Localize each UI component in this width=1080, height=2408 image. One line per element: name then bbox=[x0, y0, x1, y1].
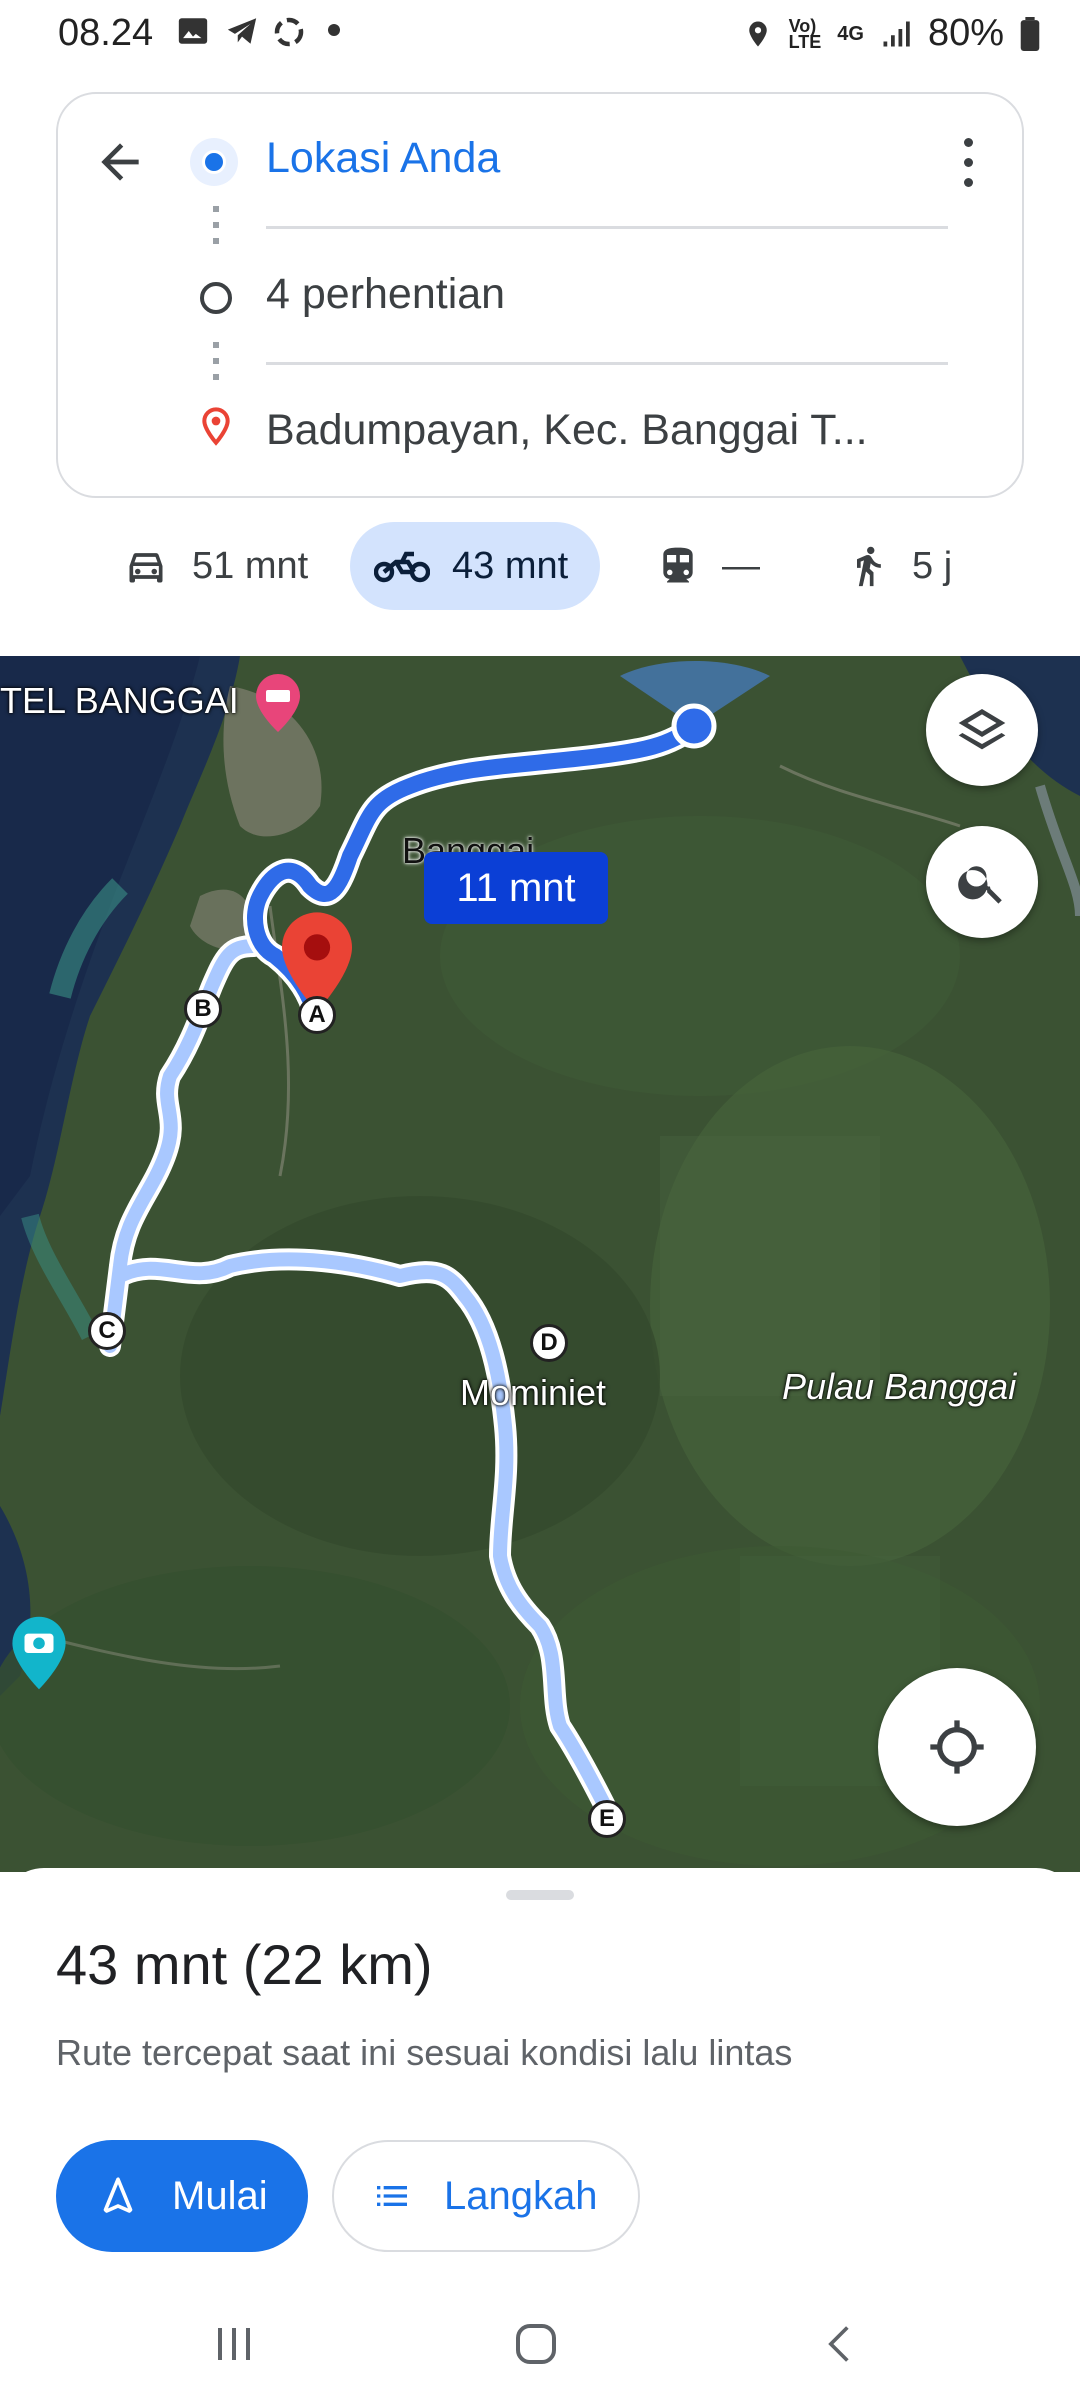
back-chevron-icon bbox=[828, 2326, 849, 2362]
destination-field[interactable]: Badumpayan, Kec. Banggai T... bbox=[266, 406, 886, 455]
start-button[interactable]: Mulai bbox=[56, 2140, 308, 2252]
location-icon bbox=[748, 21, 767, 46]
route-connector bbox=[213, 206, 219, 246]
mode-transit[interactable]: — bbox=[656, 522, 766, 610]
system-nav-bar bbox=[0, 2290, 1080, 2408]
signal-icon bbox=[883, 21, 910, 46]
stop-marker-c[interactable]: C bbox=[88, 1312, 126, 1350]
navigation-arrow-icon bbox=[103, 2177, 133, 2213]
drag-handle[interactable] bbox=[506, 1890, 574, 1900]
recent-apps-button[interactable] bbox=[210, 2320, 258, 2373]
mode-motorcycle[interactable]: 43 mnt bbox=[350, 522, 600, 610]
home-button[interactable] bbox=[512, 2318, 560, 2375]
start-button-label: Mulai bbox=[172, 2173, 268, 2218]
island-label: Pulau Banggai bbox=[782, 1366, 1017, 1407]
motorcycle-icon bbox=[374, 551, 430, 583]
walk-icon bbox=[857, 546, 881, 587]
crosshair-icon bbox=[930, 1720, 984, 1774]
origin-field[interactable]: Lokasi Anda bbox=[266, 134, 866, 183]
origin-dot-icon bbox=[190, 138, 238, 186]
town-mominiet-label: Mominiet bbox=[460, 1372, 607, 1413]
mode-walk-label: 5 j bbox=[912, 544, 953, 587]
transit-icon bbox=[663, 547, 693, 583]
status-right: Vo) LTE 4G 80% bbox=[743, 12, 1040, 55]
separator bbox=[266, 226, 948, 229]
route-description: Rute tercepat saat ini sesuai kondisi la… bbox=[56, 2032, 793, 2073]
back-button[interactable] bbox=[92, 134, 148, 195]
mode-transit-label: — bbox=[722, 544, 760, 587]
steps-button[interactable]: Langkah bbox=[332, 2140, 640, 2252]
back-nav-button[interactable] bbox=[818, 2318, 862, 2375]
steps-button-label: Langkah bbox=[444, 2173, 598, 2218]
status-bar: 08.24 Vo) LTE 4G 80% bbox=[0, 0, 1080, 72]
gallery-icon bbox=[176, 14, 210, 58]
search-button[interactable] bbox=[926, 826, 1038, 938]
my-location-button[interactable] bbox=[878, 1668, 1036, 1826]
hotel-label[interactable]: TEL BANGGAI bbox=[0, 680, 239, 722]
volte-icon: Vo) LTE bbox=[788, 15, 822, 52]
map-view[interactable]: TEL BANGGAI Banggai 11 mnt Mominiet Pula… bbox=[0, 656, 1080, 1872]
car-icon bbox=[129, 553, 163, 583]
directions-card: Lokasi Anda 4 perhentian Badumpayan, Kec… bbox=[56, 92, 1024, 498]
photo-poi-icon[interactable] bbox=[10, 1616, 68, 1695]
search-icon bbox=[958, 866, 1002, 904]
eta-badge[interactable]: 11 mnt bbox=[424, 852, 608, 924]
mode-walk[interactable]: 5 j bbox=[846, 522, 976, 610]
layers-icon bbox=[958, 709, 1006, 750]
layers-button[interactable] bbox=[926, 674, 1038, 786]
hotel-pin-icon[interactable] bbox=[254, 674, 302, 737]
list-icon bbox=[377, 2186, 407, 2206]
battery-percent: 80% bbox=[927, 12, 1004, 54]
back-arrow-icon bbox=[101, 143, 139, 181]
status-time: 08.24 bbox=[58, 12, 154, 54]
home-icon bbox=[516, 2324, 556, 2364]
notification-dot-icon bbox=[328, 24, 340, 36]
route-duration-title: 43 mnt (22 km) bbox=[56, 1933, 433, 1996]
sync-icon bbox=[270, 14, 308, 60]
recent-apps-icon bbox=[218, 2328, 250, 2360]
telegram-icon bbox=[222, 14, 262, 58]
battery-icon bbox=[1020, 16, 1040, 51]
mode-car-label: 51 mnt bbox=[192, 544, 309, 587]
stop-marker-a[interactable]: A bbox=[298, 996, 336, 1034]
stop-marker-b[interactable]: B bbox=[184, 990, 222, 1028]
stop-circle-icon bbox=[200, 282, 232, 314]
stops-field[interactable]: 4 perhentian bbox=[266, 270, 866, 319]
separator bbox=[266, 362, 948, 365]
destination-pin-icon bbox=[196, 402, 236, 455]
stop-marker-d[interactable]: D bbox=[530, 1324, 568, 1362]
stop-marker-e[interactable]: E bbox=[588, 1800, 626, 1838]
route-connector bbox=[213, 342, 219, 382]
network-type: 4G bbox=[837, 22, 864, 45]
more-options-button[interactable] bbox=[948, 132, 988, 192]
mode-car[interactable]: 51 mnt bbox=[122, 522, 322, 610]
mode-motorcycle-label: 43 mnt bbox=[452, 544, 569, 587]
